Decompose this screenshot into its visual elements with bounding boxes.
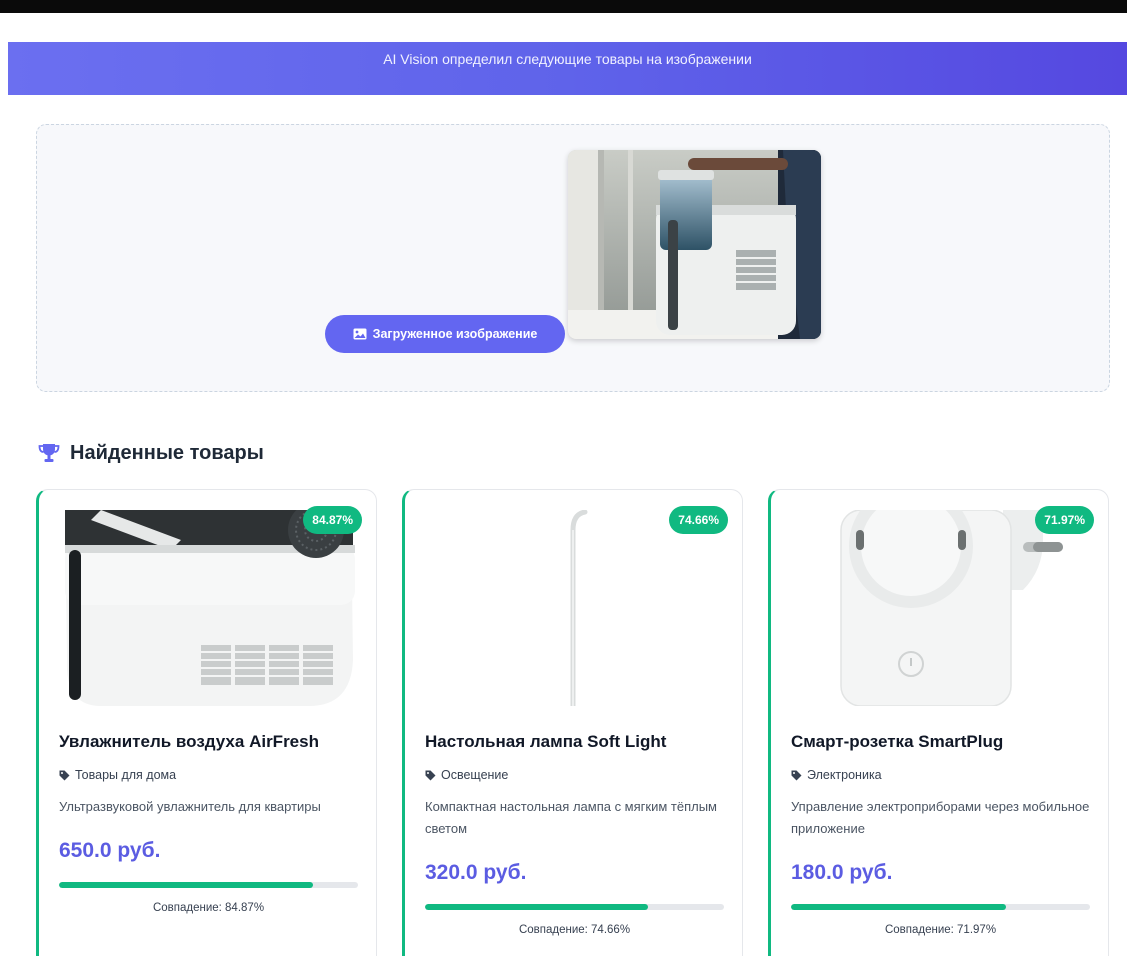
hero-banner: AI Vision определил следующие товары на … [8,42,1127,95]
product-name[interactable]: Смарт-розетка SmartPlug [791,732,1003,752]
product-category-label: Электроника [807,768,882,782]
product-card[interactable]: 71.97% Смарт-розетка SmartPlug Электрони… [768,489,1109,956]
product-image-smart-plug [793,510,1089,706]
match-bar-fill [425,904,649,910]
uploaded-photo [568,150,821,339]
product-category: Товары для дома [59,768,176,782]
match-badge: 84.87% [303,506,362,534]
hero-subtitle: AI Vision определил следующие товары на … [383,51,752,67]
match-bar [59,882,358,888]
match-label: Совпадение: 74.66% [518,924,631,936]
match-bar [425,904,724,910]
product-price: 320.0 руб. [425,861,527,884]
trophy-icon [38,444,60,462]
product-card[interactable]: 84.87% Увлажнитель воздуха AirFresh Това… [36,489,377,956]
match-label: Совпадение: 84.87% [152,902,265,914]
product-name[interactable]: Увлажнитель воздуха AirFresh [59,732,319,752]
product-category: Электроника [791,768,882,782]
product-image-lamp [427,510,723,706]
top-dark-bar [0,0,1127,13]
product-price: 650.0 руб. [59,839,161,862]
uploaded-image-label: Загруженное изображение [372,327,538,341]
product-category-label: Товары для дома [75,768,177,782]
product-category: Освещение [425,768,508,782]
tag-icon [791,770,802,780]
uploaded-image-badge[interactable]: Загруженное изображение [325,315,565,353]
product-card[interactable]: 74.66% Настольная лампа Soft Light Освещ… [402,489,743,956]
product-name[interactable]: Настольная лампа Soft Light [425,732,666,752]
match-label: Совпадение: 71.97% [884,924,997,936]
image-icon [353,328,367,340]
product-description: Компактная настольная лампа с мягким тёп… [425,799,717,836]
match-bar-fill [59,882,313,888]
tag-icon [425,770,436,780]
match-bar [791,904,1090,910]
found-products-heading: Найденные товары [38,438,264,468]
match-bar-fill [791,904,1007,910]
tag-icon [59,770,70,780]
product-image-humidifier [61,510,357,706]
found-products-title: Найденные товары [70,441,264,464]
product-price: 180.0 руб. [791,861,893,884]
uploaded-image-panel: Загруженное изображение [36,124,1110,392]
match-badge: 74.66% [669,506,728,534]
product-description: Управление электроприборами через мобиль… [791,799,1090,836]
match-badge: 71.97% [1035,506,1094,534]
product-description: Ультразвуковой увлажнитель для квартиры [59,799,321,814]
product-category-label: Освещение [441,768,509,782]
